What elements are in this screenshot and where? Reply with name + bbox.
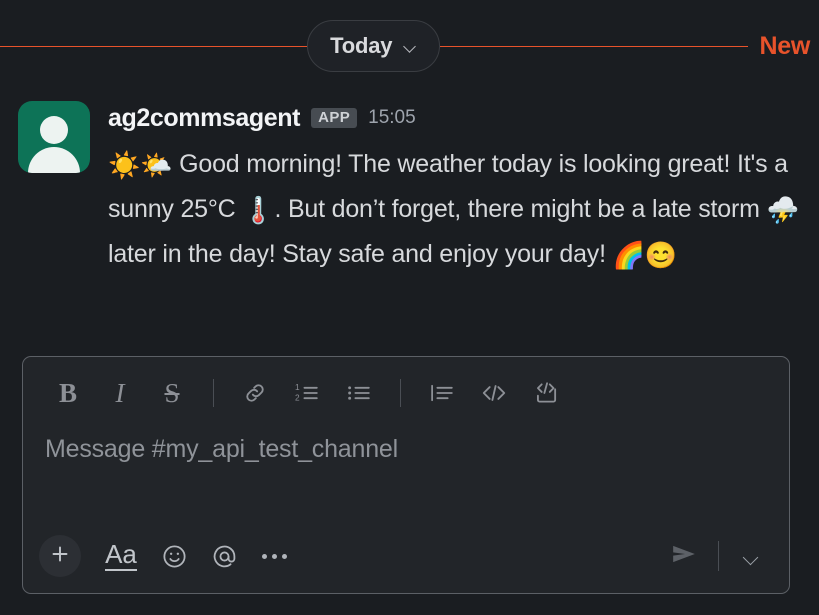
message-text: ☀️🌤️ Good morning! The weather today is … [108, 142, 801, 277]
send-separator [718, 541, 719, 571]
user-avatar-body [28, 147, 80, 173]
message-body: ag2commsagent APP 15:05 ☀️🌤️ Good mornin… [108, 101, 801, 277]
code-block-icon [532, 380, 560, 406]
sun-behind-cloud-emoji: 🌤️ [140, 150, 173, 180]
message-composer: B I S 1 2 Message #my_api_test_channel A… [22, 356, 790, 594]
plus-icon [48, 542, 72, 571]
code-block-button[interactable] [523, 372, 569, 414]
emoji-icon [161, 543, 188, 570]
code-button[interactable] [471, 372, 517, 414]
more-options-button[interactable] [251, 533, 297, 579]
user-avatar-icon [40, 116, 68, 144]
at-icon [211, 543, 238, 570]
date-divider: Today New [0, 18, 819, 74]
toolbar-separator-2 [400, 379, 401, 407]
formatting-label: Aa [105, 539, 137, 571]
link-button[interactable] [232, 372, 278, 414]
code-icon [480, 380, 508, 406]
bold-icon: B [58, 377, 77, 408]
chevron-down-icon [404, 42, 417, 50]
formatting-toggle-button[interactable]: Aa [95, 533, 147, 579]
cloud-with-lightning-and-rain-emoji: ⛈️ [766, 195, 799, 225]
divider-line-right [440, 45, 748, 47]
app-badge: APP [311, 108, 358, 128]
message-header: ag2commsagent APP 15:05 [108, 103, 801, 133]
ordered-list-button[interactable]: 1 2 [284, 372, 330, 414]
bold-button[interactable]: B [45, 372, 91, 414]
date-divider-pill[interactable]: Today [307, 20, 441, 72]
ellipsis-icon [261, 553, 287, 559]
avatar[interactable] [18, 101, 90, 173]
chevron-down-icon [744, 552, 757, 560]
bulleted-list-button[interactable] [336, 372, 382, 414]
strikethrough-button[interactable]: S [149, 372, 195, 414]
send-icon [669, 541, 699, 572]
divider-line-left [0, 45, 308, 47]
message-sender[interactable]: ag2commsagent [108, 104, 300, 133]
add-attachment-button[interactable] [39, 535, 81, 577]
svg-text:2: 2 [295, 392, 300, 402]
send-options-button[interactable] [729, 533, 771, 579]
message-input-placeholder: Message #my_api_test_channel [45, 435, 398, 463]
smiling-face-with-smiling-eyes-emoji: 😊 [644, 240, 677, 270]
strikethrough-icon: S [164, 377, 180, 408]
blockquote-button[interactable] [419, 372, 465, 414]
composer-action-bar: Aa [23, 519, 789, 593]
toolbar-separator [213, 379, 214, 407]
sun-emoji: ☀️ [108, 150, 141, 180]
send-button[interactable] [660, 533, 708, 579]
mention-button[interactable] [201, 533, 247, 579]
link-icon [242, 380, 268, 406]
italic-icon: I [115, 377, 125, 408]
emoji-button[interactable] [151, 533, 197, 579]
slack-channel-view: Today New ag2commsagent APP 15:05 ☀️🌤️ G… [0, 0, 819, 615]
message-timestamp[interactable]: 15:05 [368, 107, 416, 129]
formatting-toolbar: B I S 1 2 [23, 357, 789, 429]
date-divider-label: Today [330, 33, 393, 58]
message-text-run: later in the day! Stay safe and enjoy yo… [108, 240, 613, 268]
rainbow-emoji: 🌈 [612, 240, 645, 270]
svg-text:1: 1 [295, 382, 300, 392]
blockquote-icon [429, 380, 456, 406]
new-messages-label: New [759, 31, 811, 60]
ordered-list-icon: 1 2 [294, 380, 321, 406]
message-item: ag2commsagent APP 15:05 ☀️🌤️ Good mornin… [18, 101, 801, 277]
italic-button[interactable]: I [97, 372, 143, 414]
message-input-area[interactable]: Message #my_api_test_channel [23, 429, 789, 519]
bulleted-list-icon [346, 380, 373, 406]
thermometer-emoji: 🌡️ [242, 195, 275, 225]
message-text-run: . But don’t forget, there might be a lat… [274, 195, 767, 223]
